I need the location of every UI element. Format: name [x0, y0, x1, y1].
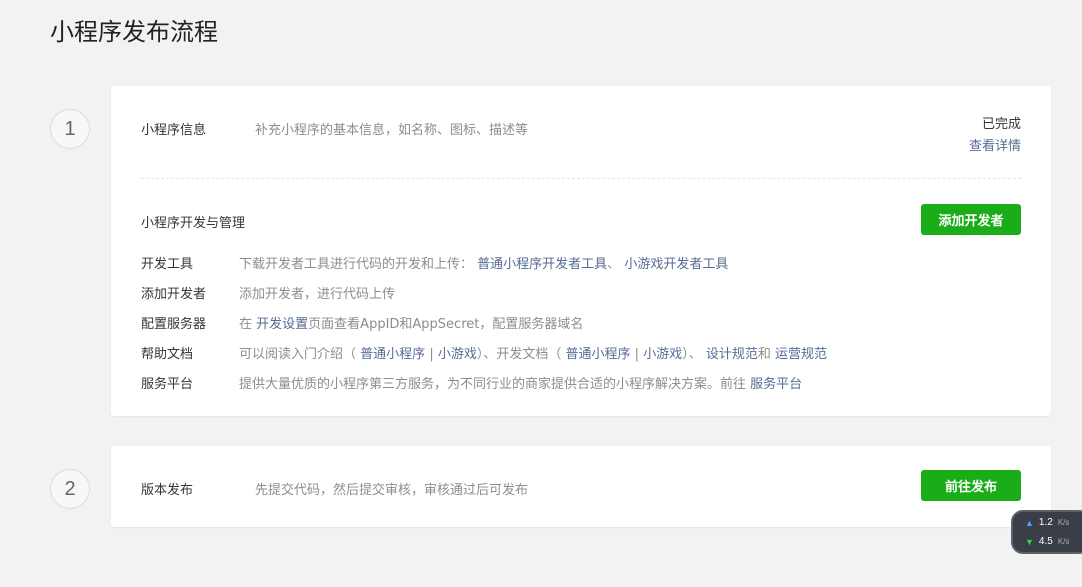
upload-value: 1.2	[1038, 517, 1053, 528]
page-title: 小程序发布流程	[50, 18, 218, 46]
step-number-2: 2	[50, 469, 90, 509]
help-text-3: ）、	[682, 347, 702, 362]
info-title: 小程序信息	[141, 123, 207, 138]
download-unit: K/s	[1057, 537, 1070, 546]
go-release-button[interactable]: 前往发布	[921, 470, 1021, 501]
list-item-service-platform: 服务平台 提供大量优质的小程序第三方服务，为不同行业的商家提供合适的小程序解决方案…	[141, 373, 802, 392]
dev-section-title: 小程序开发与管理	[141, 216, 246, 231]
upload-unit: K/s	[1057, 518, 1070, 527]
design-guidelines-link[interactable]: 设计规范	[706, 347, 758, 362]
step-card-release: 版本发布 先提交代码，然后提交审核，审核通过后可发布 前往发布	[111, 446, 1051, 527]
network-speed-widget[interactable]: ▲ 1.2 K/s ▼ 4.5 K/s	[1011, 510, 1082, 554]
release-desc: 先提交代码，然后提交审核，审核通过后可发布	[255, 483, 529, 498]
step-number-1: 1	[50, 109, 90, 149]
list-item-server-config: 配置服务器 在 开发设置页面查看AppID和AppSecret，配置服务器域名	[141, 313, 583, 332]
minigame-devtools-link[interactable]: 小游戏开发者工具	[624, 257, 728, 272]
service-platform-text: 提供大量优质的小程序第三方服务，为不同行业的商家提供合适的小程序解决方案。前往	[239, 377, 747, 392]
intro-minigame-link[interactable]: 小游戏	[438, 347, 477, 362]
dev-tools-text: 下载开发者工具进行代码的开发和上传：	[239, 257, 474, 272]
download-value: 4.5	[1038, 536, 1053, 547]
server-config-post: 页面查看AppID和AppSecret，配置服务器域名	[308, 317, 584, 332]
view-details-link[interactable]: 查看详情	[969, 135, 1021, 154]
service-platform-label: 服务平台	[141, 377, 194, 392]
status-badge: 已完成	[981, 117, 1021, 132]
help-text-1: 可以阅读入门介绍（	[239, 347, 357, 362]
list-item-help-docs: 帮助文档 可以阅读入门介绍（ 普通小程序 | 小游戏）、开发文档（ 普通小程序 |…	[141, 343, 827, 362]
server-config-label: 配置服务器	[141, 317, 207, 332]
section-divider	[141, 178, 1021, 179]
normal-miniprogram-devtools-link[interactable]: 普通小程序开发者工具	[477, 257, 607, 272]
dev-settings-link[interactable]: 开发设置	[256, 317, 308, 332]
help-text-4: 和	[757, 347, 771, 362]
operation-guidelines-link[interactable]: 运营规范	[775, 347, 827, 362]
service-platform-link[interactable]: 服务平台	[750, 377, 802, 392]
help-text-2: ）、开发文档（	[476, 347, 562, 362]
step-card-info-and-dev: 小程序信息 补充小程序的基本信息，如名称、图标、描述等 已完成 查看详情 小程序…	[111, 86, 1051, 416]
upload-speed: ▲ 1.2 K/s	[1025, 517, 1069, 528]
add-developer-button[interactable]: 添加开发者	[921, 204, 1021, 235]
dev-tools-label: 开发工具	[141, 257, 194, 272]
add-dev-label: 添加开发者	[141, 287, 207, 302]
arrow-down-icon: ▼	[1025, 536, 1034, 547]
docs-normal-miniprogram-link[interactable]: 普通小程序	[566, 347, 631, 362]
pipe-separator: |	[429, 347, 434, 362]
release-title: 版本发布	[141, 483, 194, 498]
list-item-add-developer: 添加开发者 添加开发者，进行代码上传	[141, 283, 395, 302]
intro-normal-miniprogram-link[interactable]: 普通小程序	[360, 347, 425, 362]
arrow-up-icon: ▲	[1025, 517, 1034, 528]
download-speed: ▼ 4.5 K/s	[1025, 536, 1069, 547]
pipe-separator: |	[634, 347, 640, 362]
add-dev-text: 添加开发者，进行代码上传	[239, 287, 396, 302]
list-item-dev-tools: 开发工具 下载开发者工具进行代码的开发和上传： 普通小程序开发者工具、 小游戏开发…	[141, 253, 728, 272]
docs-minigame-link[interactable]: 小游戏	[643, 347, 682, 362]
info-desc: 补充小程序的基本信息，如名称、图标、描述等	[255, 123, 529, 138]
server-config-pre: 在	[239, 317, 253, 332]
separator: 、	[607, 257, 621, 272]
help-docs-label: 帮助文档	[141, 347, 194, 362]
